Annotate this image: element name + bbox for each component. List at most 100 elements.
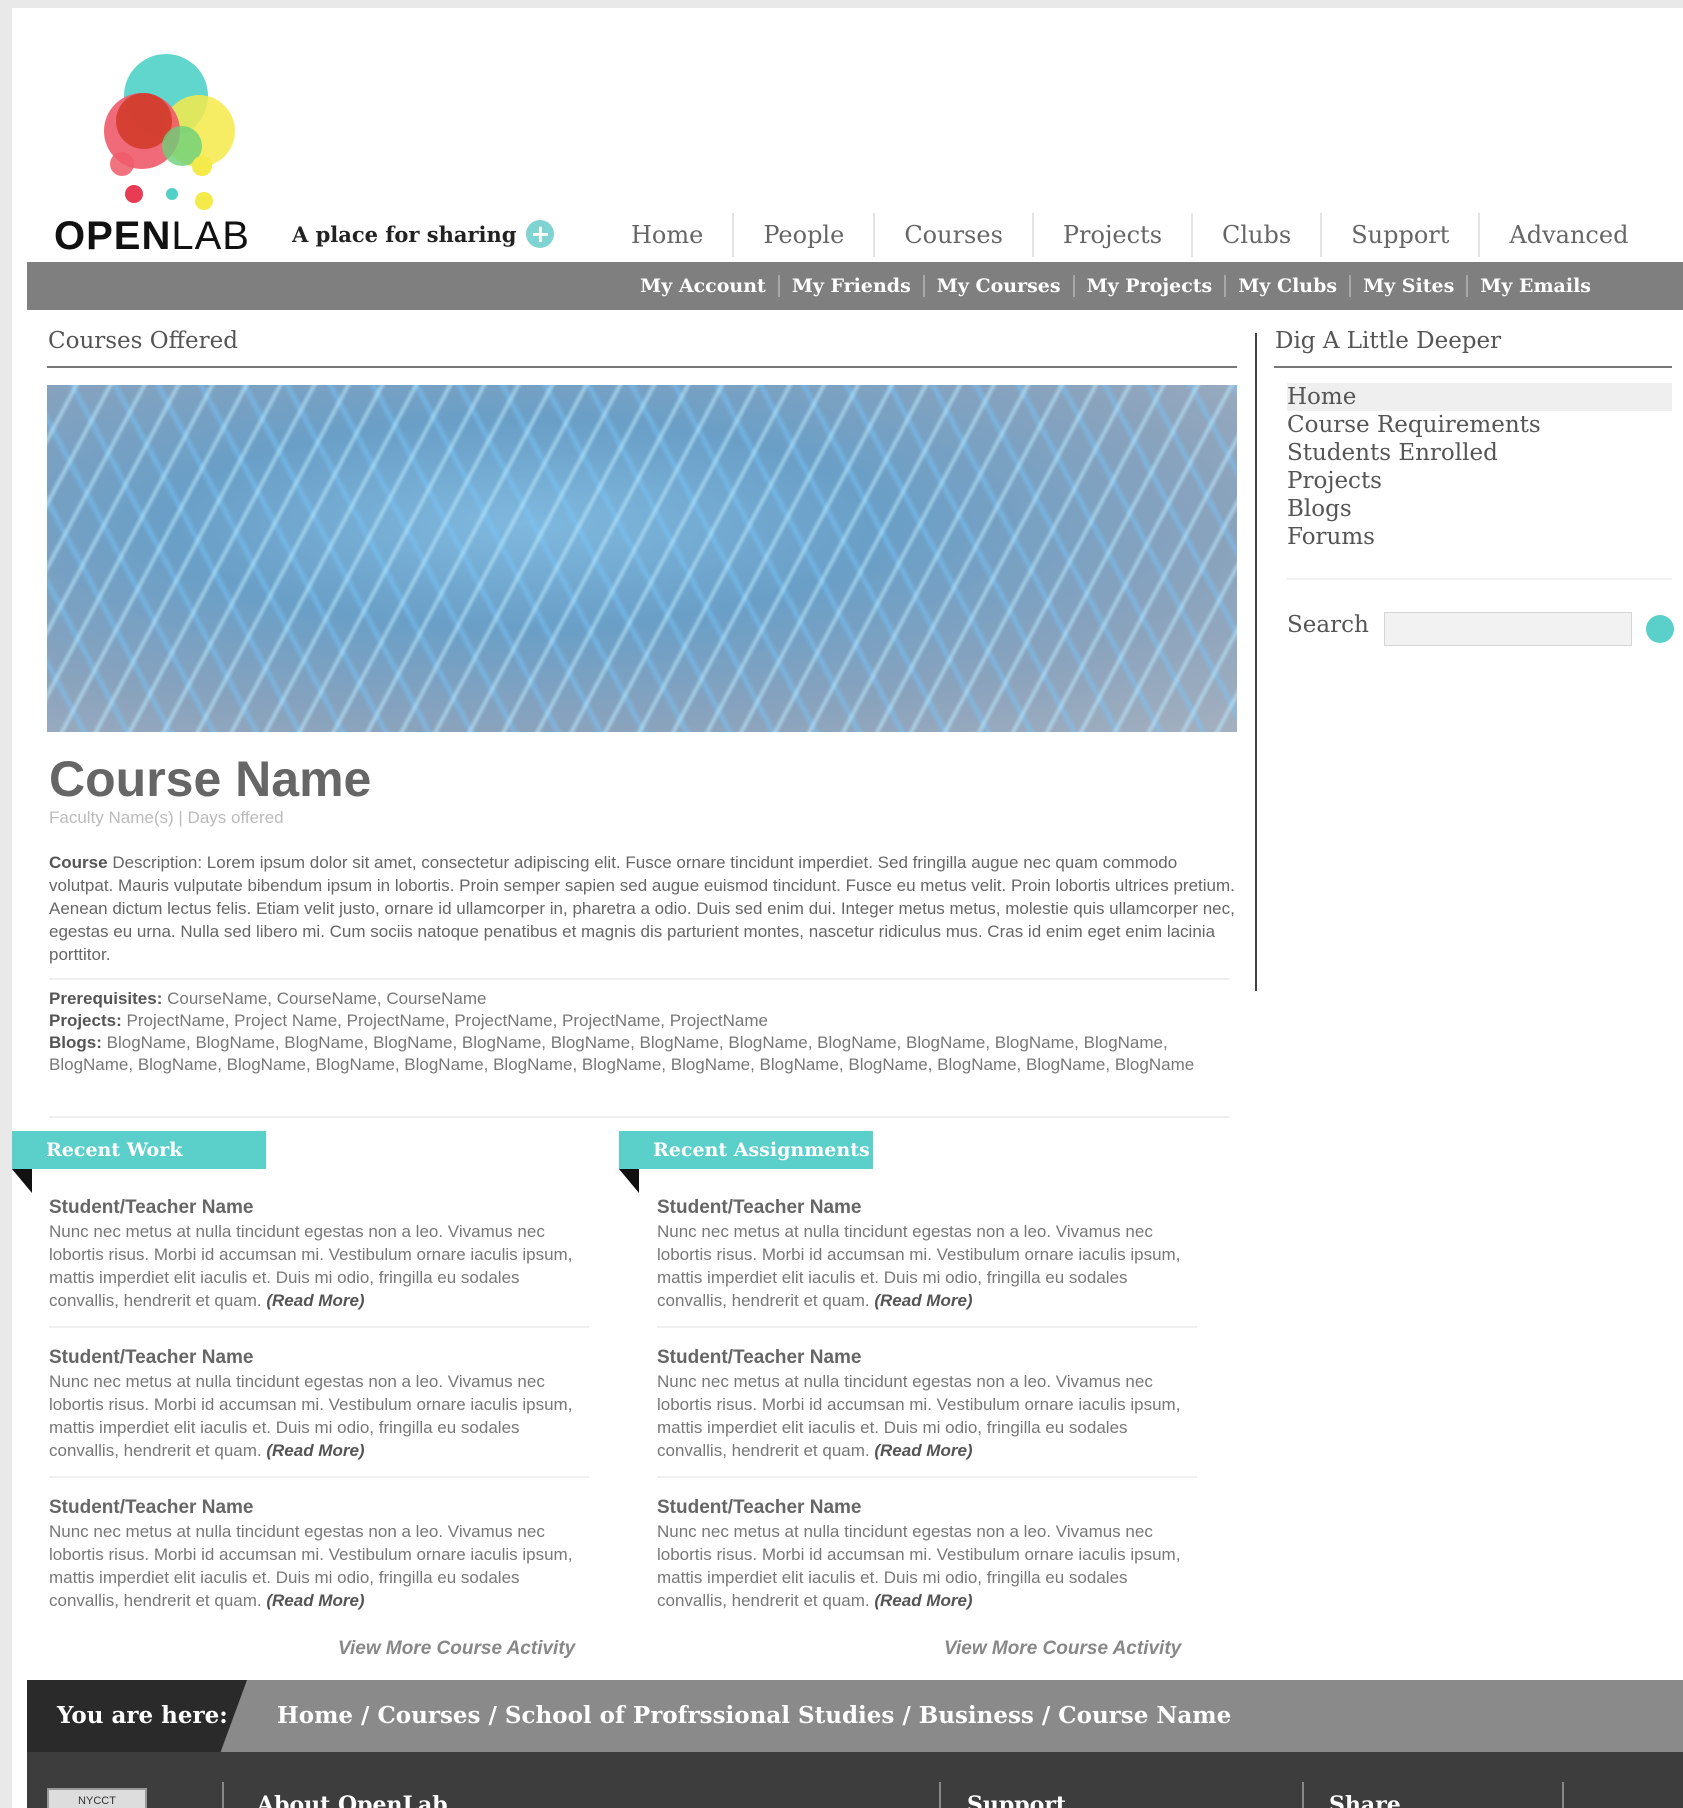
read-more-link[interactable]: (Read More) (874, 1441, 972, 1460)
sidebar-item-course-requirements[interactable]: Course Requirements (1287, 411, 1672, 439)
list-item: Student/Teacher Name Nunc nec metus at n… (657, 1196, 1197, 1312)
read-more-link[interactable]: (Read More) (874, 1591, 972, 1610)
divider (49, 1476, 589, 1478)
tagline: A place for sharing + (292, 220, 555, 248)
entry-author[interactable]: Student/Teacher Name (657, 1196, 1197, 1220)
nav-courses[interactable]: Courses (875, 213, 1034, 257)
plus-icon[interactable]: + (526, 220, 555, 248)
course-title: Course Name (49, 751, 372, 807)
footer: NYCCT About OpenLab Support Share (27, 1752, 1683, 1808)
entry-author[interactable]: Student/Teacher Name (49, 1496, 589, 1520)
nav-my-sites[interactable]: My Sites (1351, 275, 1469, 297)
entry-author[interactable]: Student/Teacher Name (657, 1346, 1197, 1370)
view-more-work-link[interactable]: View More Course Activity (338, 1638, 575, 1660)
divider (657, 1326, 1197, 1328)
prerequisites-label: Prerequisites: (49, 989, 163, 1008)
sidebar-item-home[interactable]: Home (1287, 383, 1672, 411)
nav-my-clubs[interactable]: My Clubs (1226, 275, 1352, 297)
nav-clubs[interactable]: Clubs (1193, 213, 1323, 257)
account-nav: My Account My Friends My Courses My Proj… (628, 262, 1603, 310)
list-item: Student/Teacher Name Nunc nec metus at n… (49, 1496, 589, 1612)
description-label: Course (49, 853, 108, 872)
list-item: Student/Teacher Name Nunc nec metus at n… (657, 1346, 1197, 1462)
blogs-row: Blogs: BlogName, BlogName, BlogName, Blo… (49, 1032, 1244, 1076)
nav-my-emails[interactable]: My Emails (1468, 275, 1603, 297)
section-title: Courses Offered (48, 328, 238, 354)
ribbon-fold (12, 1169, 32, 1193)
blogs-links[interactable]: BlogName, BlogName, BlogName, BlogName, … (49, 1033, 1194, 1074)
sidebar-menu: Home Course Requirements Students Enroll… (1287, 383, 1672, 551)
entry-text: Nunc nec metus at nulla tincidunt egesta… (657, 1522, 1181, 1610)
course-banner-image (47, 385, 1237, 732)
recent-work-tab: Recent Work (12, 1131, 266, 1169)
nav-advanced-search[interactable]: Advanced Search (1480, 213, 1683, 293)
divider (1302, 1782, 1304, 1808)
main-nav: Home People Courses Projects Clubs Suppo… (602, 213, 1683, 293)
footer-share-heading[interactable]: Share (1329, 1792, 1401, 1808)
prerequisites-links[interactable]: CourseName, CourseName, CourseName (167, 989, 486, 1008)
list-item: Student/Teacher Name Nunc nec metus at n… (657, 1496, 1197, 1612)
nav-my-projects[interactable]: My Projects (1075, 275, 1227, 297)
nav-projects[interactable]: Projects (1034, 213, 1194, 257)
entry-author[interactable]: Student/Teacher Name (657, 1496, 1197, 1520)
divider (222, 1782, 224, 1808)
recent-work-list: Student/Teacher Name Nunc nec metus at n… (49, 1196, 589, 1638)
sidebar-item-students-enrolled[interactable]: Students Enrolled (1287, 439, 1672, 467)
divider (1562, 1782, 1564, 1808)
projects-label: Projects: (49, 1011, 122, 1030)
recent-assignments-list: Student/Teacher Name Nunc nec metus at n… (657, 1196, 1197, 1638)
nav-home[interactable]: Home (602, 213, 735, 257)
sidebar-item-projects[interactable]: Projects (1287, 467, 1672, 495)
divider (49, 978, 1229, 980)
faculty-line: Faculty Name(s) | Days offered (49, 808, 284, 827)
entry-text: Nunc nec metus at nulla tincidunt egesta… (49, 1372, 573, 1460)
divider (47, 366, 1237, 368)
entry-text: Nunc nec metus at nulla tincidunt egesta… (49, 1522, 573, 1610)
footer-about-heading[interactable]: About OpenLab (257, 1792, 448, 1808)
footer-support-heading[interactable]: Support (967, 1792, 1066, 1808)
view-more-assignments-link[interactable]: View More Course Activity (944, 1638, 1181, 1660)
prerequisites-row: Prerequisites: CourseName, CourseName, C… (49, 988, 1244, 1010)
search-input[interactable] (1384, 612, 1632, 646)
divider (1287, 578, 1672, 580)
sidebar-item-blogs[interactable]: Blogs (1287, 495, 1672, 523)
entry-text: Nunc nec metus at nulla tincidunt egesta… (49, 1222, 573, 1310)
projects-row: Projects: ProjectName, Project Name, Pro… (49, 1010, 1244, 1032)
read-more-link[interactable]: (Read More) (266, 1441, 364, 1460)
blogs-label: Blogs: (49, 1033, 102, 1052)
breadcrumb: You are here: Home / Courses / School of… (27, 1680, 1683, 1752)
list-item: Student/Teacher Name Nunc nec metus at n… (49, 1346, 589, 1462)
breadcrumb-label: You are here: (57, 1702, 228, 1729)
breadcrumb-path[interactable]: Home / Courses / School of Profrssional … (277, 1702, 1231, 1729)
entry-text: Nunc nec metus at nulla tincidunt egesta… (657, 1222, 1181, 1310)
course-description: Course Description: Lorem ipsum dolor si… (49, 851, 1244, 966)
account-bar: My Account My Friends My Courses My Proj… (27, 262, 1683, 310)
ribbon-fold (619, 1169, 639, 1193)
logo-wordmark: OPENLAB (54, 214, 250, 258)
read-more-link[interactable]: (Read More) (266, 1291, 364, 1310)
sidebar-item-forums[interactable]: Forums (1287, 523, 1672, 551)
entry-text: Nunc nec metus at nulla tincidunt egesta… (657, 1372, 1181, 1460)
description-text: Description: Lorem ipsum dolor sit amet,… (49, 853, 1235, 964)
recent-assignments-tab: Recent Assignments (619, 1131, 873, 1169)
entry-author[interactable]: Student/Teacher Name (49, 1346, 589, 1370)
list-item: Student/Teacher Name Nunc nec metus at n… (49, 1196, 589, 1312)
search-button[interactable] (1646, 615, 1674, 643)
openlab-logo[interactable]: OPENLAB (54, 36, 254, 266)
divider (1274, 366, 1672, 368)
divider (939, 1782, 941, 1808)
logo-bubbles-icon (104, 54, 235, 210)
projects-links[interactable]: ProjectName, Project Name, ProjectName, … (126, 1011, 768, 1030)
divider (49, 1326, 589, 1328)
read-more-link[interactable]: (Read More) (874, 1291, 972, 1310)
nav-people[interactable]: People (734, 213, 876, 257)
nav-my-courses[interactable]: My Courses (925, 275, 1075, 297)
footer-logo[interactable]: NYCCT (47, 1788, 147, 1808)
entry-author[interactable]: Student/Teacher Name (49, 1196, 589, 1220)
nav-my-friends[interactable]: My Friends (780, 275, 925, 297)
read-more-link[interactable]: (Read More) (266, 1591, 364, 1610)
nav-my-account[interactable]: My Account (628, 275, 780, 297)
sidebar-title: Dig A Little Deeper (1275, 328, 1502, 354)
divider (657, 1476, 1197, 1478)
nav-support[interactable]: Support (1322, 213, 1481, 257)
